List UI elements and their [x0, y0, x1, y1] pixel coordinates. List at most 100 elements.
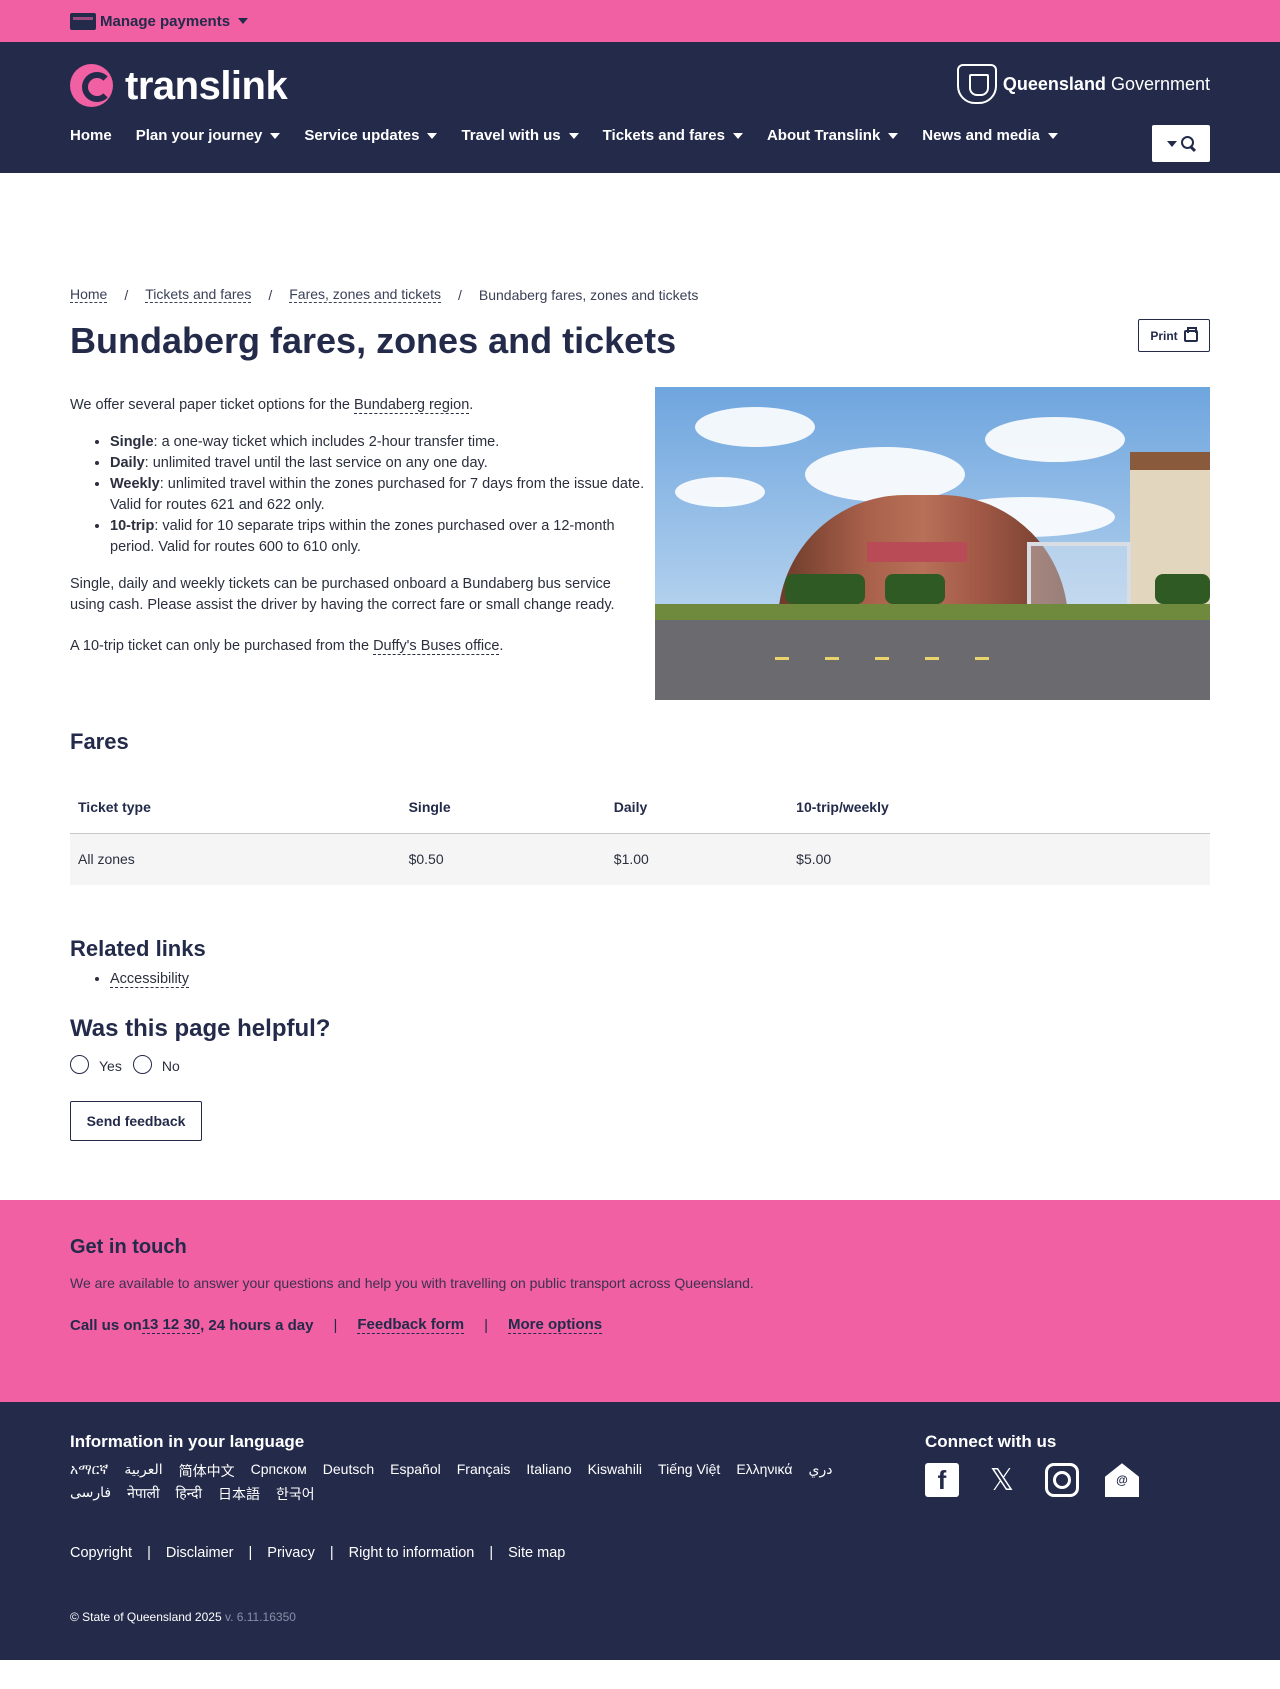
- facebook-icon[interactable]: f: [925, 1463, 959, 1498]
- chevron-down-icon: [238, 18, 249, 24]
- language-link[interactable]: 日本語: [218, 1484, 260, 1504]
- translink-logo-icon: [70, 64, 113, 107]
- coat-of-arms-icon: [956, 64, 997, 104]
- breadcrumb: Home / Tickets and fares / Fares, zones …: [70, 286, 699, 303]
- nav-item-about-translink[interactable]: About Translink: [766, 127, 899, 144]
- nav-label: Travel with us: [461, 127, 561, 144]
- no-radio[interactable]: [132, 1055, 152, 1075]
- footer-link-right-to-information[interactable]: Right to information: [349, 1545, 475, 1561]
- language-link[interactable]: 한국어: [276, 1484, 315, 1504]
- nav-item-news-and-media[interactable]: News and media: [922, 127, 1058, 144]
- list-item: Accessibility: [110, 971, 1210, 989]
- language-link[interactable]: Italiano: [526, 1461, 571, 1481]
- nav-label: About Translink: [766, 127, 881, 144]
- ticket-name: 10-trip: [110, 518, 155, 535]
- table-cell: $0.50: [400, 833, 606, 886]
- ticket-desc: : unlimited travel within the zones purc…: [110, 476, 645, 514]
- chevron-down-icon: [1166, 140, 1177, 147]
- helpful-heading: Was this page helpful?: [70, 1015, 331, 1043]
- nav-item-travel-with-us[interactable]: Travel with us: [461, 127, 579, 144]
- printer-icon: [1183, 326, 1198, 342]
- language-link[interactable]: हिन्दी: [176, 1484, 202, 1504]
- nav-label: Service updates: [304, 127, 420, 144]
- print-button[interactable]: Print: [1138, 319, 1210, 352]
- language-link[interactable]: فارسی: [70, 1484, 111, 1504]
- footer-link-site-map[interactable]: Site map: [508, 1545, 565, 1561]
- footer-link-copyright[interactable]: Copyright: [70, 1545, 132, 1561]
- column-header: Ticket type: [70, 781, 401, 834]
- language-list: አማርኛ العربية 简体中文 Српском Deutsch Español Fran…: [70, 1461, 890, 1504]
- table-cell: $5.00: [788, 833, 1210, 886]
- intro-text: We offer several paper ticket options fo…: [70, 387, 645, 700]
- language-link[interactable]: Kiswahili: [588, 1461, 642, 1481]
- chevron-down-icon: [888, 132, 899, 139]
- related-links: Related links Accessibility: [70, 936, 1210, 989]
- nav-label: News and media: [922, 127, 1040, 144]
- gov-bold-text: Queensland: [1002, 73, 1106, 94]
- translink-logo[interactable]: translink: [70, 63, 288, 108]
- feedback-form-link[interactable]: Feedback form: [357, 1316, 465, 1335]
- more-options-link[interactable]: More options: [507, 1316, 603, 1335]
- bundaberg-bus-station-photo: [655, 387, 1210, 701]
- email-icon[interactable]: @: [1105, 1463, 1139, 1498]
- copyright: © State of Queensland 2025 v. 6.11.16350: [70, 1610, 296, 1624]
- nav-item-plan-your-journey[interactable]: Plan your journey: [136, 127, 281, 144]
- language-link[interactable]: Français: [457, 1461, 511, 1481]
- manage-payments-label: Manage payments: [100, 12, 231, 30]
- search-icon: [1180, 136, 1196, 151]
- no-label: No: [161, 1058, 180, 1075]
- yes-radio[interactable]: [70, 1055, 89, 1075]
- instagram-icon[interactable]: [1045, 1463, 1079, 1498]
- ticket-name: Single: [110, 434, 154, 451]
- column-header: 10-trip/weekly: [788, 781, 1210, 834]
- nav-item-service-updates[interactable]: Service updates: [304, 127, 438, 144]
- fares-table: Ticket type Single Daily 10-trip/weekly All…: [70, 781, 1210, 886]
- purchase-note: Single, daily and weekly tickets can be …: [70, 576, 615, 614]
- language-link[interactable]: Ελληνικά: [736, 1461, 792, 1481]
- related-links-heading: Related links: [70, 936, 206, 962]
- nav-item-tickets-and-fares[interactable]: Tickets and fares: [603, 127, 743, 144]
- footer-link-disclaimer[interactable]: Disclaimer: [166, 1545, 234, 1561]
- nav-label: Tickets and fares: [602, 127, 725, 144]
- language-link[interactable]: አማርኛ: [70, 1461, 108, 1481]
- language-link[interactable]: دري: [808, 1461, 832, 1481]
- accessibility-link[interactable]: Accessibility: [110, 971, 189, 989]
- manage-payments-bar: Manage payments: [0, 0, 1280, 42]
- table-row: All zones $0.50 $1.00 $5.00: [70, 833, 1210, 886]
- yes-label: Yes: [99, 1058, 122, 1075]
- footer-link-privacy[interactable]: Privacy: [267, 1545, 315, 1561]
- footer-links: Copyright | Disclaimer | Privacy | Right to in…: [70, 1545, 566, 1562]
- x-twitter-icon[interactable]: 𝕏: [985, 1463, 1019, 1498]
- nav-label: Home: [70, 127, 112, 144]
- print-label: Print: [1150, 328, 1178, 343]
- language-link[interactable]: 简体中文: [179, 1461, 235, 1481]
- language-link[interactable]: Español: [390, 1461, 441, 1481]
- breadcrumb-fares-zones-tickets[interactable]: Fares, zones and tickets: [289, 286, 441, 303]
- language-link[interactable]: Tiếng Việt: [658, 1461, 720, 1481]
- social-links: f 𝕏 @: [925, 1463, 1165, 1498]
- bundaberg-region-link[interactable]: Bundaberg region: [353, 397, 470, 415]
- ticket-desc: : a one-way ticket which includes 2-hour…: [153, 434, 500, 451]
- tentrip-note: A 10-trip ticket can only be purchased f…: [70, 638, 504, 656]
- search-button[interactable]: [1152, 125, 1210, 162]
- language-link[interactable]: Српском: [251, 1461, 307, 1481]
- language-link[interactable]: العربية: [124, 1461, 162, 1481]
- translink-logo-text: translink: [125, 63, 288, 108]
- queensland-government-logo[interactable]: Queensland Government: [956, 64, 1210, 104]
- connect-heading: Connect with us: [925, 1432, 1057, 1452]
- duffys-buses-link[interactable]: Duffy's Buses office: [373, 638, 500, 656]
- page-title: Bundaberg fares, zones and tickets: [70, 320, 677, 361]
- copyright-text: © State of Queensland 2025: [70, 1610, 222, 1625]
- breadcrumb-home[interactable]: Home: [70, 286, 108, 303]
- fares-heading: Fares: [70, 729, 129, 755]
- chevron-down-icon: [270, 132, 281, 139]
- nav-item-home[interactable]: Home: [70, 127, 112, 144]
- list-item: Weekly: unlimited travel within the zone…: [110, 474, 645, 516]
- phone-link[interactable]: 13 12 30: [141, 1316, 201, 1335]
- ticket-name: Daily: [110, 455, 145, 472]
- language-link[interactable]: Deutsch: [323, 1461, 374, 1481]
- manage-payments-toggle[interactable]: Manage payments: [70, 12, 249, 30]
- language-link[interactable]: नेपाली: [127, 1484, 159, 1504]
- send-feedback-button[interactable]: Send feedback: [70, 1101, 202, 1142]
- breadcrumb-tickets-and-fares[interactable]: Tickets and fares: [145, 286, 252, 303]
